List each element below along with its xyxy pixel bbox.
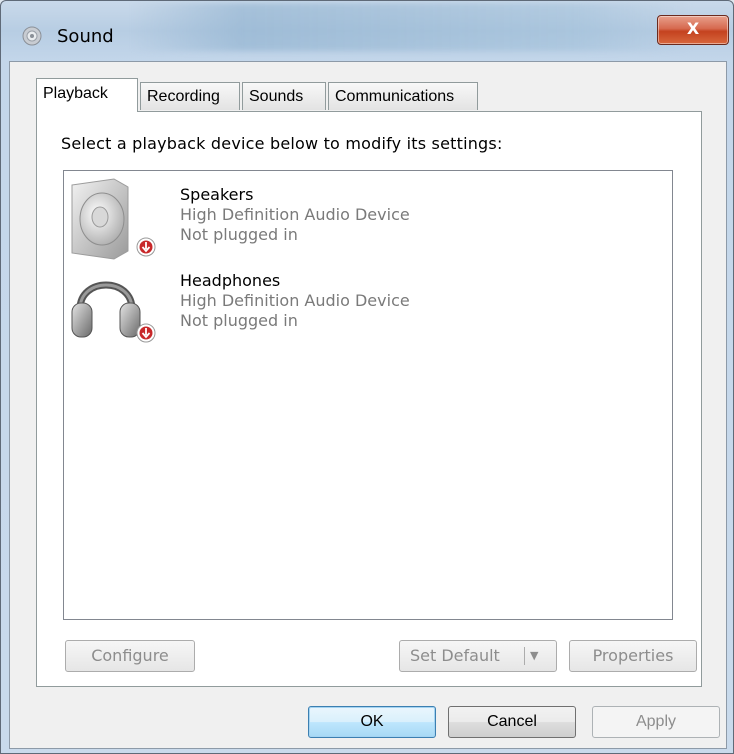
cancel-button[interactable]: Cancel (448, 706, 576, 738)
configure-label: Configure (91, 646, 169, 665)
device-status: Not plugged in (180, 225, 298, 244)
set-default-divider (524, 647, 525, 665)
device-name: Headphones (180, 271, 281, 290)
device-item-speakers[interactable]: Speakers High Definition Audio Device No… (70, 177, 650, 261)
properties-label: Properties (592, 646, 674, 665)
device-description: High Definition Audio Device (180, 205, 410, 224)
title-bar[interactable]: Sound X (1, 1, 733, 61)
playback-device-list[interactable]: Speakers High Definition Audio Device No… (63, 170, 673, 620)
headphones-icon (71, 281, 156, 343)
apply-button[interactable]: Apply (592, 706, 720, 738)
set-default-label: Set Default (410, 646, 500, 665)
configure-button[interactable]: Configure (65, 640, 195, 672)
dialog-client-area: Playback Recording Sounds Communications… (9, 61, 727, 749)
speaker-icon (71, 178, 156, 260)
tab-playback[interactable]: Playback (36, 78, 138, 112)
device-name: Speakers (180, 185, 254, 204)
tab-communications[interactable]: Communications (328, 82, 478, 110)
playback-tab-panel: Select a playback device below to modify… (36, 111, 702, 687)
sound-dialog-window: Sound X Playback Recording Sounds Commun… (0, 0, 734, 754)
sound-app-icon (22, 26, 42, 46)
window-title: Sound (57, 26, 114, 47)
close-button[interactable]: X (657, 15, 729, 45)
properties-button[interactable]: Properties (569, 640, 697, 672)
device-item-headphones[interactable]: Headphones High Definition Audio Device … (70, 263, 650, 347)
ok-button[interactable]: OK (308, 706, 436, 738)
device-status: Not plugged in (180, 311, 298, 330)
device-description: High Definition Audio Device (180, 291, 410, 310)
set-default-button[interactable]: Set Default ▼ (399, 640, 557, 672)
instruction-text: Select a playback device below to modify… (61, 134, 503, 153)
title-bar-background (131, 3, 691, 51)
chevron-down-icon[interactable]: ▼ (530, 641, 538, 671)
tab-recording[interactable]: Recording (140, 82, 240, 110)
tab-sounds[interactable]: Sounds (242, 82, 326, 110)
